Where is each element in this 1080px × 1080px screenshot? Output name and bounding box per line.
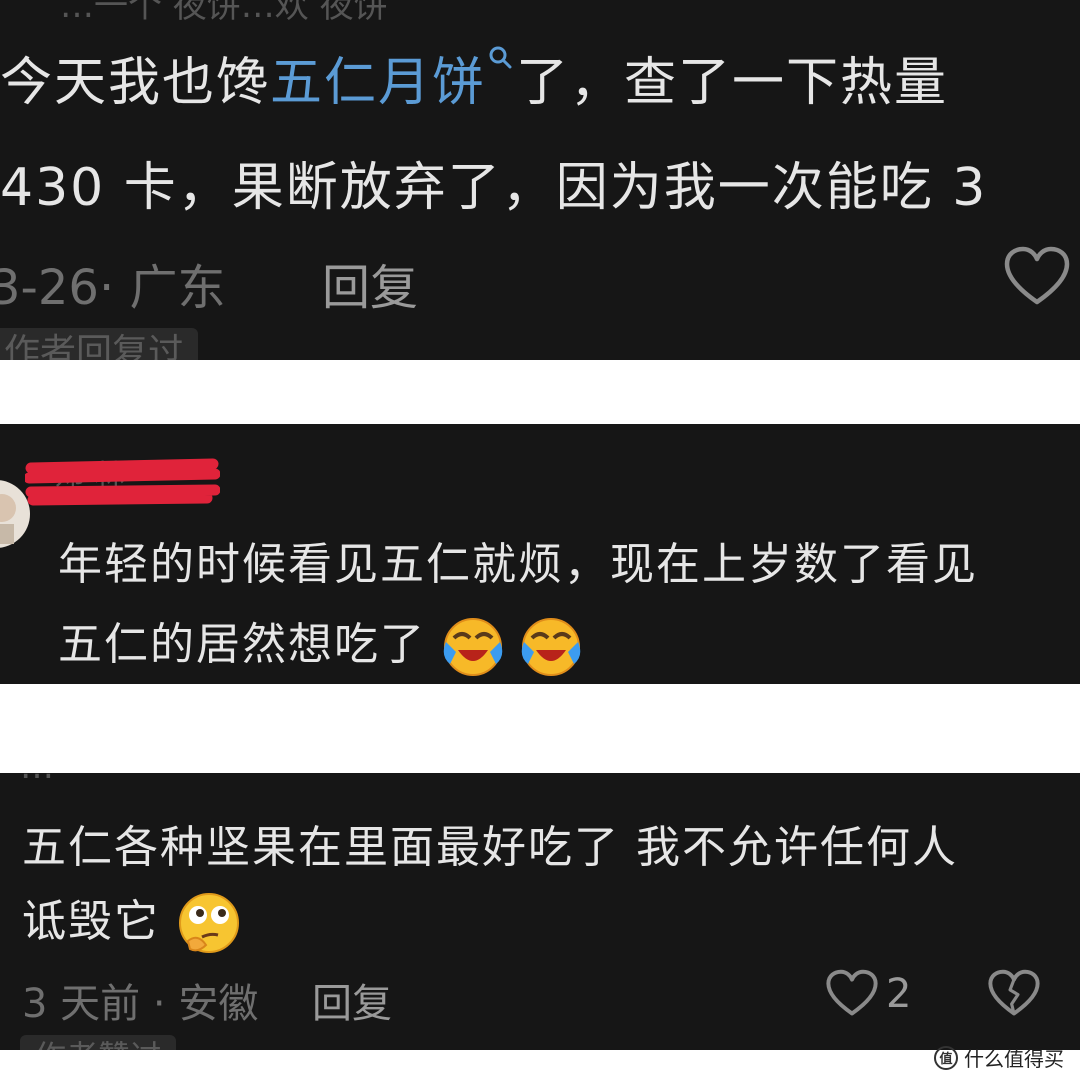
like-count: 2	[886, 971, 912, 1017]
cut-off-username: …	[20, 773, 54, 787]
comment-text-line-2: 430 卡，果断放弃了，因为我一次能吃 3	[0, 158, 988, 218]
comment-time: 3 天前	[22, 981, 141, 1027]
comment-text: 了，查了一下热量	[516, 53, 949, 113]
comment-card-2: 邓 林 年轻的时候看见五仁就烦，现在上岁数了看见 五仁的居然想吃了	[0, 424, 1080, 684]
cut-off-username: …一个 夜饼…欢 夜饼	[60, 0, 388, 26]
crying-laughing-emoji	[443, 618, 503, 676]
watermark: 值 什么值得买	[934, 1043, 1064, 1072]
heart-icon[interactable]	[826, 969, 878, 1017]
broken-heart-icon[interactable]	[988, 969, 1040, 1017]
comment-meta: 3 天前 · 安徽	[22, 981, 259, 1027]
comment-date: 3-26	[0, 260, 99, 316]
reply-button[interactable]: 回复	[322, 248, 418, 318]
author-liked-badge: 作者赞过	[20, 1035, 177, 1050]
reply-button[interactable]: 回复	[312, 971, 392, 1029]
thinking-emoji	[179, 893, 239, 953]
author-replied-badge: 作者回复过	[0, 328, 199, 360]
comment-text-line: 今天我也馋五仁月饼 了，查了一下热量	[0, 40, 948, 115]
comment-location: 广东	[129, 260, 226, 316]
topic-link[interactable]: 五仁月饼	[270, 53, 486, 113]
zhidemai-logo-icon: 值	[934, 1045, 958, 1070]
heart-icon[interactable]	[1004, 246, 1070, 306]
search-icon[interactable]	[486, 44, 516, 74]
username-redaction-scribble: 邓 林	[25, 458, 220, 506]
comment-location: 安徽	[178, 981, 259, 1027]
comment-text-line: 五仁各种坚果在里面最好吃了 我不允许任何人	[22, 822, 958, 873]
comment-text-line-2: 诋毁它	[22, 885, 242, 957]
comment-text: 诋毁它	[22, 896, 160, 947]
comment-text-line-2: 五仁的居然想吃了	[58, 608, 582, 678]
comment-card-1: …一个 夜饼…欢 夜饼 今天我也馋五仁月饼 了，查了一下热量 430 卡，果断放弃…	[0, 0, 1080, 360]
crying-laughing-emoji	[521, 618, 581, 676]
svg-text:值: 值	[939, 1051, 952, 1067]
comment-card-3: … 五仁各种坚果在里面最好吃了 我不允许任何人 诋毁它 3 天前 · 安徽 回复…	[0, 773, 1080, 1050]
watermark-text: 什么值得买	[964, 1047, 1064, 1071]
comment-text: 今天我也馋	[0, 53, 271, 113]
comment-text: 五仁的居然想吃了	[58, 619, 426, 670]
comment-text-line: 年轻的时候看见五仁就烦，现在上岁数了看见	[58, 539, 978, 590]
comment-meta: 3-26· 广东	[0, 248, 225, 318]
